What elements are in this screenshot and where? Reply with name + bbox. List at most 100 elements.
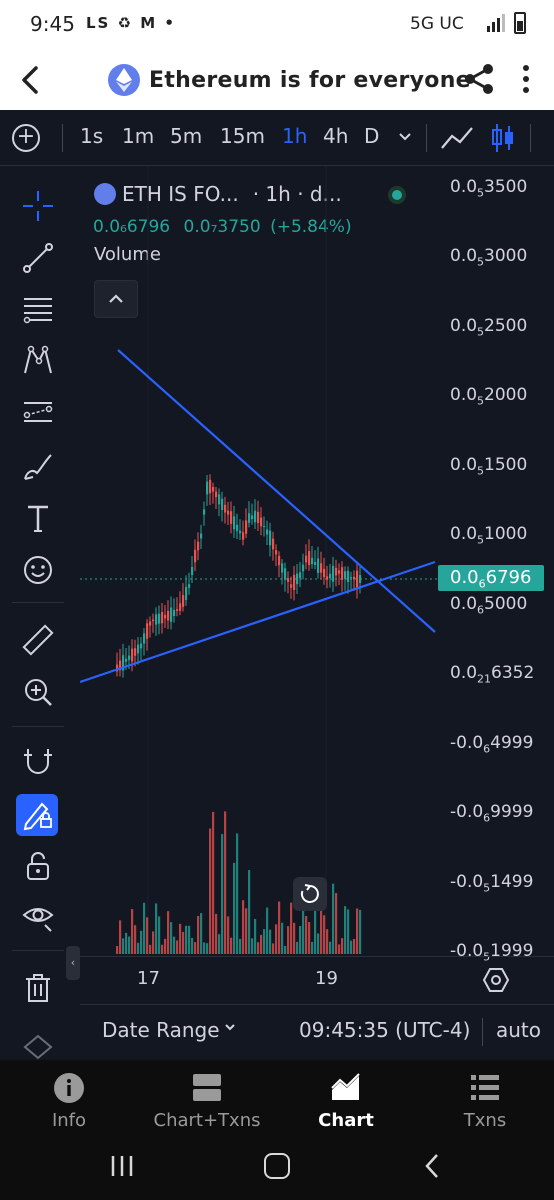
candle-body bbox=[251, 515, 254, 520]
recent-apps-icon[interactable] bbox=[109, 1154, 135, 1178]
volume-bar bbox=[272, 943, 275, 954]
volume-bar bbox=[233, 862, 236, 954]
lock-drawing-tool[interactable] bbox=[16, 794, 58, 836]
bottom-navigation: Info Chart+Txns Chart Txns bbox=[0, 1060, 554, 1140]
status-bar: 9:45 LS ♻ M • 5G UC bbox=[0, 0, 554, 50]
candle-body bbox=[269, 530, 272, 546]
volume-bar bbox=[131, 909, 134, 954]
date-range-button[interactable]: Date Range bbox=[102, 1018, 220, 1042]
candle-body bbox=[239, 530, 242, 534]
volume-bar bbox=[206, 943, 209, 954]
candle-body bbox=[212, 487, 215, 492]
settings-icon[interactable] bbox=[482, 966, 510, 994]
brush-tool[interactable] bbox=[18, 446, 58, 486]
volume-bar bbox=[263, 929, 266, 954]
volume-bar bbox=[338, 944, 341, 954]
interval-d[interactable]: D bbox=[364, 124, 379, 148]
candle-body bbox=[152, 619, 155, 622]
axis-divider bbox=[80, 956, 554, 957]
line-chart-icon[interactable] bbox=[440, 124, 474, 152]
candle-body bbox=[140, 643, 143, 649]
timezone-clock[interactable]: 09:45:35 (UTC-4) bbox=[299, 1018, 470, 1042]
emoji-tool[interactable] bbox=[18, 550, 58, 590]
ruler-tool[interactable] bbox=[18, 620, 58, 660]
more-vertical-icon[interactable] bbox=[514, 62, 538, 96]
volume-bar bbox=[359, 909, 362, 954]
magnet-tool[interactable] bbox=[18, 742, 58, 782]
volume-bar bbox=[209, 828, 212, 954]
delete-tool[interactable] bbox=[18, 968, 58, 1008]
candle-body bbox=[161, 612, 164, 624]
interval-1h[interactable]: 1h bbox=[282, 124, 307, 148]
interval-15m[interactable]: 15m bbox=[220, 124, 265, 148]
candle-body bbox=[293, 574, 296, 590]
candle-body bbox=[335, 567, 338, 576]
app-header: Ethereum is for everyone bbox=[0, 50, 554, 110]
nav-txns[interactable]: Txns bbox=[416, 1072, 554, 1131]
chevron-down-icon[interactable] bbox=[396, 130, 414, 144]
pattern-tool[interactable] bbox=[18, 340, 58, 380]
interval-5m[interactable]: 5m bbox=[170, 124, 202, 148]
candle-body bbox=[170, 607, 173, 622]
fib-levels-tool[interactable] bbox=[18, 290, 58, 330]
toolbar-divider bbox=[12, 602, 64, 603]
volume-bar bbox=[215, 913, 218, 954]
emoji-icon bbox=[24, 556, 52, 584]
zoom-in-tool[interactable] bbox=[18, 672, 58, 712]
candle-body bbox=[191, 566, 194, 576]
crosshair-tool[interactable] bbox=[18, 186, 58, 226]
reset-chart-button[interactable] bbox=[293, 877, 327, 911]
candle-body bbox=[215, 491, 218, 498]
magnet-icon bbox=[24, 749, 52, 774]
trendline-lower[interactable] bbox=[80, 560, 436, 684]
candle-body bbox=[227, 510, 230, 515]
interval-1m[interactable]: 1m bbox=[122, 124, 154, 148]
candle-body bbox=[185, 587, 188, 600]
interval-4h[interactable]: 4h bbox=[323, 124, 348, 148]
trend-line-tool[interactable] bbox=[18, 238, 58, 278]
price-chart[interactable] bbox=[80, 166, 438, 956]
interval-1s[interactable]: 1s bbox=[80, 124, 103, 148]
more-tools[interactable] bbox=[18, 1034, 58, 1060]
unlock-tool[interactable] bbox=[18, 846, 58, 886]
divider bbox=[530, 124, 531, 152]
add-symbol-button[interactable]: + bbox=[12, 124, 40, 152]
volume-bar bbox=[335, 893, 338, 954]
chevron-down-icon[interactable] bbox=[223, 1021, 237, 1033]
system-back-icon[interactable] bbox=[422, 1153, 442, 1179]
volume-bar bbox=[194, 942, 197, 954]
candle-body bbox=[359, 575, 362, 583]
trendline-upper[interactable] bbox=[117, 349, 436, 633]
volume-bar bbox=[125, 932, 128, 954]
brush-icon bbox=[24, 454, 52, 480]
nav-txns-label: Txns bbox=[463, 1110, 507, 1131]
visibility-tool[interactable] bbox=[18, 896, 58, 936]
candlestick-icon[interactable] bbox=[490, 122, 516, 154]
volume-bar bbox=[161, 944, 164, 954]
nav-info[interactable]: Info bbox=[0, 1072, 138, 1131]
split-view-icon bbox=[193, 1074, 221, 1101]
candle-body bbox=[158, 613, 161, 624]
forecast-tool[interactable] bbox=[18, 392, 58, 432]
volume-bar bbox=[185, 925, 188, 954]
volume-bar bbox=[275, 924, 278, 954]
volume-bar bbox=[200, 913, 203, 954]
text-tool[interactable] bbox=[18, 498, 58, 538]
nav-chart[interactable]: Chart bbox=[277, 1072, 415, 1131]
price-label: 0.053000 bbox=[450, 246, 528, 269]
auto-scale-toggle[interactable]: auto bbox=[496, 1018, 541, 1042]
share-icon[interactable] bbox=[462, 62, 496, 96]
home-icon[interactable] bbox=[264, 1153, 290, 1179]
back-arrow-icon[interactable] bbox=[14, 60, 50, 100]
candle-body bbox=[341, 567, 344, 580]
volume-bar bbox=[293, 922, 296, 954]
candle-body bbox=[308, 551, 311, 565]
lock-drawing-icon bbox=[23, 802, 52, 831]
timeframe-toolbar: + 1s 1m 5m 15m 1h 4h D bbox=[0, 110, 554, 166]
nav-chart-txns[interactable]: Chart+Txns bbox=[138, 1072, 276, 1131]
candle-body bbox=[290, 584, 293, 588]
candle-body bbox=[284, 568, 287, 580]
price-label: -0.064999 bbox=[450, 733, 534, 756]
candle-body bbox=[173, 609, 176, 617]
collapse-toolbar-tab[interactable]: ‹ bbox=[66, 946, 80, 980]
